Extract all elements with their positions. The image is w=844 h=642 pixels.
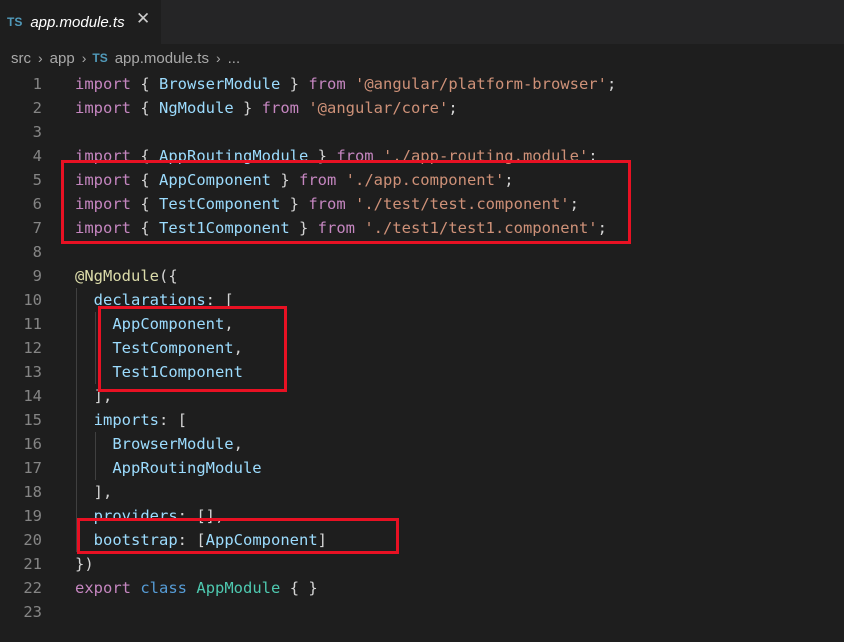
- code-token: import: [75, 99, 131, 117]
- code-token: AppModule: [196, 579, 281, 597]
- code-token: AppRoutingModule: [112, 459, 262, 477]
- line-number: 18: [23, 483, 42, 501]
- code-token: { }: [280, 579, 318, 597]
- code-token: export: [75, 579, 131, 597]
- code-token: ;: [606, 75, 617, 93]
- code-line[interactable]: AppRoutingModule: [75, 456, 262, 480]
- code-token: {: [131, 99, 159, 117]
- code-token: @NgModule: [75, 267, 159, 285]
- line-number: 20: [23, 531, 42, 549]
- line-number: 22: [23, 579, 42, 597]
- highlight-box-declarations: [98, 306, 287, 392]
- chevron-right-icon: ›: [81, 50, 87, 66]
- tab-title: app.module.ts: [30, 13, 125, 31]
- code-token: imports: [93, 411, 159, 429]
- typescript-file-icon: TS: [92, 51, 108, 65]
- typescript-file-icon: TS: [7, 15, 23, 29]
- code-editor[interactable]: 1 2 3 4 5 6 7 8 9 10 11 12 13 14 15 16 17 18 19 20 21 22 23 im…: [0, 72, 844, 642]
- line-number: 19: [23, 507, 42, 525]
- line-number: 4: [32, 147, 42, 165]
- code-line[interactable]: export class AppModule { }: [75, 576, 318, 600]
- code-line[interactable]: imports: [: [75, 408, 187, 432]
- code-token: : [: [159, 411, 187, 429]
- breadcrumb-item-symbols[interactable]: ...: [227, 50, 242, 67]
- code-token: import: [75, 75, 131, 93]
- breadcrumb-item-src[interactable]: src: [10, 50, 32, 67]
- line-number: 1: [32, 75, 42, 93]
- code-token: }: [233, 99, 262, 117]
- line-number: 10: [23, 291, 42, 309]
- line-number: 14: [23, 387, 42, 405]
- chevron-right-icon: ›: [215, 50, 221, 66]
- line-number: 17: [23, 459, 42, 477]
- code-token: NgModule: [159, 99, 234, 117]
- line-number: 13: [23, 363, 42, 381]
- code-token: BrowserModule: [159, 75, 281, 93]
- code-line[interactable]: import { NgModule } from '@angular/core'…: [75, 96, 458, 120]
- line-number: 3: [32, 123, 42, 141]
- code-token: }): [75, 555, 94, 573]
- code-token: '@angular/platform-browser': [355, 75, 607, 93]
- line-number: 6: [32, 195, 42, 213]
- line-number: 2: [32, 99, 42, 117]
- breadcrumb-item-file[interactable]: app.module.ts: [114, 50, 210, 67]
- code-token: class: [140, 579, 188, 597]
- line-number: 16: [23, 435, 42, 453]
- code-token: ({: [159, 267, 178, 285]
- code-token: ],: [75, 483, 113, 501]
- code-token: from: [261, 99, 299, 117]
- line-number: 8: [32, 243, 42, 261]
- code-line[interactable]: @NgModule({: [75, 264, 178, 288]
- line-number: 5: [32, 171, 42, 189]
- code-token: }: [280, 75, 309, 93]
- line-number: 15: [23, 411, 42, 429]
- code-line[interactable]: BrowserModule,: [75, 432, 243, 456]
- highlight-box-bootstrap: [77, 518, 399, 554]
- code-token: ,: [233, 435, 243, 453]
- code-line[interactable]: }): [75, 552, 94, 576]
- line-number: 21: [23, 555, 42, 573]
- code-token: ;: [448, 99, 458, 117]
- line-number: 23: [23, 603, 42, 621]
- code-line[interactable]: import { BrowserModule } from '@angular/…: [75, 72, 616, 96]
- highlight-box-imports: [61, 160, 631, 244]
- code-line[interactable]: ],: [75, 480, 113, 504]
- breadcrumb-item-app[interactable]: app: [49, 50, 76, 67]
- code-token: {: [131, 75, 159, 93]
- code-token: '@angular/core': [308, 99, 449, 117]
- line-number: 12: [23, 339, 42, 357]
- close-icon[interactable]: ✕: [136, 9, 150, 29]
- tab-app-module[interactable]: TS app.module.ts ✕: [0, 0, 161, 44]
- code-token: from: [308, 75, 346, 93]
- code-token: BrowserModule: [112, 435, 234, 453]
- chevron-right-icon: ›: [38, 50, 43, 66]
- line-number: 11: [23, 315, 42, 333]
- tab-bar: TS app.module.ts ✕: [0, 0, 844, 44]
- line-number: 7: [32, 219, 42, 237]
- breadcrumb: src › app › TS app.module.ts › ...: [0, 44, 844, 72]
- line-number: 9: [32, 267, 42, 285]
